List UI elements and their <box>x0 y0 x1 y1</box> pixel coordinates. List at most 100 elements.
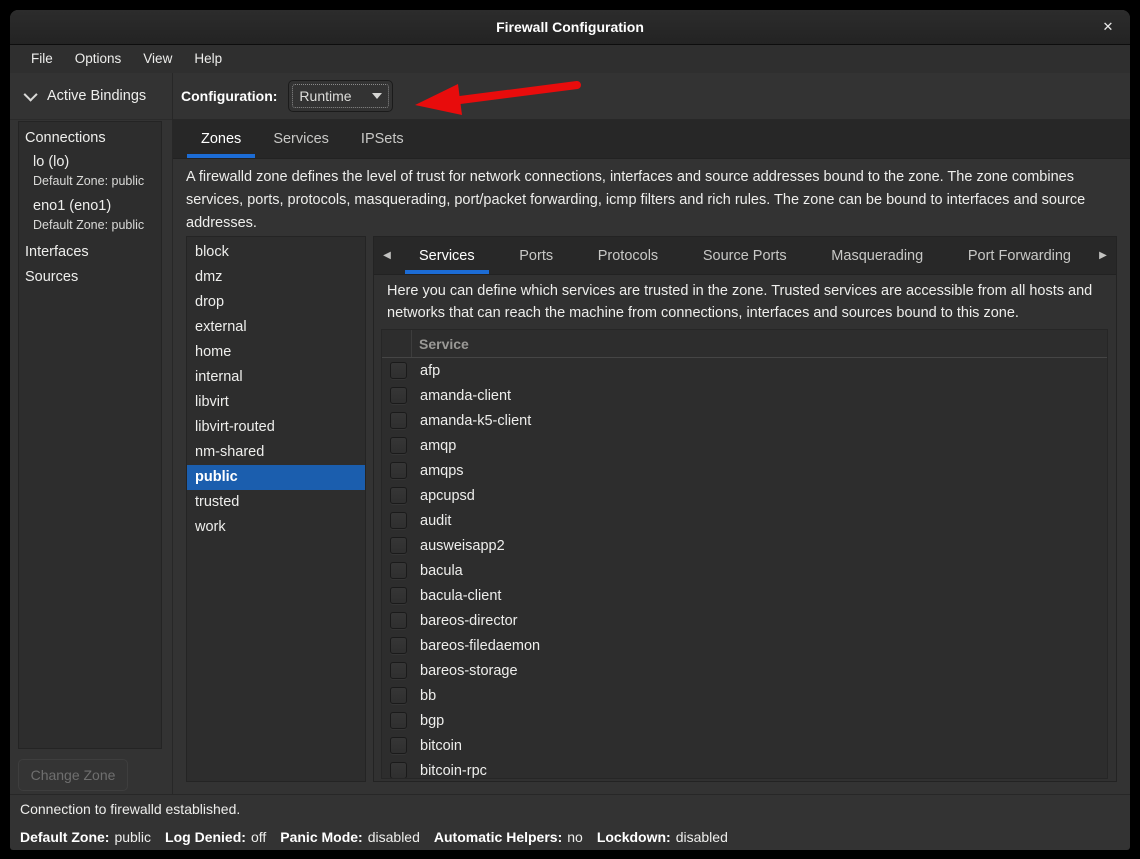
service-name: bitcoin <box>420 738 462 754</box>
service-checkbox-amqp[interactable] <box>390 437 407 454</box>
menu-help[interactable]: Help <box>183 45 233 73</box>
tab-ipsets[interactable]: IPSets <box>345 120 420 158</box>
service-name: amanda-client <box>420 388 511 404</box>
status-label: Panic Mode: <box>280 829 362 845</box>
service-row-bb: bb <box>382 683 1107 708</box>
service-checkbox-amanda-k5-client[interactable] <box>390 412 407 429</box>
service-checkbox-afp[interactable] <box>390 362 407 379</box>
zones-pane: A firewalld zone defines the level of tr… <box>173 159 1130 794</box>
service-checkbox-bitcoin-rpc[interactable] <box>390 762 407 778</box>
zone-item-dmz[interactable]: dmz <box>187 265 365 290</box>
service-row-ausweisapp2: ausweisapp2 <box>382 533 1107 558</box>
service-row-bitcoin: bitcoin <box>382 733 1107 758</box>
service-checkbox-bareos-filedaemon[interactable] <box>390 637 407 654</box>
firewall-config-window: Firewall Configuration ✕ FileOptionsView… <box>10 10 1130 850</box>
zone-tab-ports[interactable]: Ports <box>504 237 568 274</box>
tree-item-interfaces[interactable]: Interfaces <box>19 240 161 265</box>
dropdown-caret-icon <box>372 93 382 99</box>
main-area: Configuration: Runtime ZonesServicesIPSe… <box>173 73 1130 794</box>
status-label: Automatic Helpers: <box>434 829 562 845</box>
tab-scroll-right-icon[interactable]: ▶ <box>1090 237 1116 274</box>
service-name: amqps <box>420 463 464 479</box>
status-default-zone: Default Zone: public <box>20 829 151 845</box>
service-name: amanda-k5-client <box>420 413 531 429</box>
service-row-audit: audit <box>382 508 1107 533</box>
zone-item-nm-shared[interactable]: nm-shared <box>187 440 365 465</box>
infobar: Default Zone: public Log Denied:off Panic M… <box>10 823 1130 850</box>
zone-item-trusted[interactable]: trusted <box>187 490 365 515</box>
zone-tab-protocols[interactable]: Protocols <box>583 237 673 274</box>
tree-item-connections[interactable]: Connections <box>19 126 161 151</box>
configuration-selected-value: Runtime <box>299 88 351 104</box>
zone-tab-port-forwarding[interactable]: Port Forwarding <box>953 237 1086 274</box>
service-row-bgp: bgp <box>382 708 1107 733</box>
service-checkbox-bitcoin[interactable] <box>390 737 407 754</box>
service-column-header[interactable]: Service <box>412 336 469 352</box>
zone-item-block[interactable]: block <box>187 240 365 265</box>
zone-tab-masquerading[interactable]: Masquerading <box>816 237 938 274</box>
tree-item-connection-eno1-eno1-[interactable]: eno1 (eno1)Default Zone: public <box>19 196 161 234</box>
active-bindings-expander[interactable]: Active Bindings <box>10 73 172 120</box>
zone-detail-panel: ◀ Services Ports Protocols Source Ports Masq… <box>373 236 1117 782</box>
zone-item-internal[interactable]: internal <box>187 365 365 390</box>
services-table-header: Service <box>382 330 1107 358</box>
zone-item-public[interactable]: public <box>187 465 365 490</box>
service-checkbox-bacula[interactable] <box>390 562 407 579</box>
connection-name: lo (lo) <box>33 152 161 173</box>
zone-item-home[interactable]: home <box>187 340 365 365</box>
status-value: public <box>114 829 151 845</box>
connections-container: lo (lo)Default Zone: publiceno1 (eno1)De… <box>19 152 161 234</box>
tree-item-connection-lo-lo-[interactable]: lo (lo)Default Zone: public <box>19 152 161 190</box>
zone-item-drop[interactable]: drop <box>187 290 365 315</box>
connection-zone-detail: Default Zone: public <box>33 173 161 190</box>
service-checkbox-ausweisapp2[interactable] <box>390 537 407 554</box>
connection-name: eno1 (eno1) <box>33 196 161 217</box>
chevron-down-icon <box>24 88 38 102</box>
zone-list: blockdmzdropexternalhomeinternallibvirtl… <box>186 236 366 782</box>
close-icon[interactable]: ✕ <box>1098 17 1118 37</box>
service-name: bacula <box>420 563 463 579</box>
service-checkbox-bareos-director[interactable] <box>390 612 407 629</box>
zone-item-work[interactable]: work <box>187 515 365 540</box>
zone-item-libvirt[interactable]: libvirt <box>187 390 365 415</box>
zone-tab-services[interactable]: Services <box>404 237 490 274</box>
status-value: disabled <box>368 829 420 845</box>
tree-item-sources[interactable]: Sources <box>19 265 161 290</box>
service-row-amanda-k5-client: amanda-k5-client <box>382 408 1107 433</box>
configuration-dropdown[interactable]: Runtime <box>288 80 393 112</box>
annotation-arrow <box>405 75 595 119</box>
service-name: bareos-director <box>420 613 518 629</box>
zone-tab-source-ports[interactable]: Source Ports <box>688 237 802 274</box>
zone-description: A firewalld zone defines the level of tr… <box>186 166 1121 235</box>
tab-zones[interactable]: Zones <box>185 120 257 158</box>
service-row-amanda-client: amanda-client <box>382 383 1107 408</box>
zone-item-libvirt-routed[interactable]: libvirt-routed <box>187 415 365 440</box>
service-checkbox-bacula-client[interactable] <box>390 587 407 604</box>
service-name: bitcoin-rpc <box>420 763 487 779</box>
change-zone-button[interactable]: Change Zone <box>18 759 128 791</box>
active-bindings-list: Connections lo (lo)Default Zone: public e… <box>18 121 162 749</box>
menu-options[interactable]: Options <box>64 45 133 73</box>
menu-file[interactable]: File <box>20 45 64 73</box>
status-label: Default Zone: <box>20 829 109 845</box>
zone-tabs: Services Ports Protocols Source Ports Masque… <box>400 237 1090 274</box>
service-checkbox-bareos-storage[interactable] <box>390 662 407 679</box>
tab-services[interactable]: Services <box>257 120 345 158</box>
zone-item-external[interactable]: external <box>187 315 365 340</box>
menu-view[interactable]: View <box>132 45 183 73</box>
service-name: bacula-client <box>420 588 501 604</box>
service-checkbox-bb[interactable] <box>390 687 407 704</box>
tab-scroll-left-icon[interactable]: ◀ <box>374 237 400 274</box>
service-checkbox-amanda-client[interactable] <box>390 387 407 404</box>
service-checkbox-audit[interactable] <box>390 512 407 529</box>
service-checkbox-bgp[interactable] <box>390 712 407 729</box>
status-label: Log Denied: <box>165 829 246 845</box>
service-checkbox-apcupsd[interactable] <box>390 487 407 504</box>
active-bindings-label: Active Bindings <box>47 88 146 104</box>
service-name: bareos-filedaemon <box>420 638 540 654</box>
service-checkbox-amqps[interactable] <box>390 462 407 479</box>
status-log-denied: Log Denied:off <box>165 829 266 845</box>
status-label: Lockdown: <box>597 829 671 845</box>
screenshot-stage: Firewall Configuration ✕ FileOptionsView… <box>0 0 1140 859</box>
configuration-label: Configuration: <box>181 88 277 104</box>
